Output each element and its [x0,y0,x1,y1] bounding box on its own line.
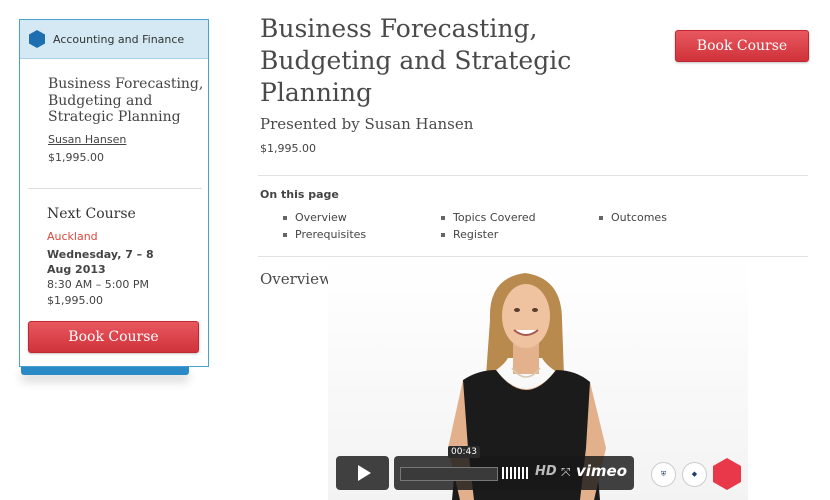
bullet-icon [283,232,287,237]
video-progress-track[interactable] [400,467,498,481]
toc-link-outcomes[interactable]: Outcomes [599,211,667,224]
university-crest-icon: ⛨ [651,461,676,487]
toc-link-label[interactable]: Register [453,228,498,241]
bullet-icon [441,215,445,220]
next-course-city: Auckland [47,230,98,243]
next-course-price: $1,995.00 [47,294,103,307]
fullscreen-icon[interactable]: ⤧ [561,465,571,480]
category-bar[interactable]: Accounting and Finance [20,20,208,59]
volume-bar [510,467,512,479]
video-player[interactable]: 00:43 HD ⤧ vimeo ⛨ ◆ [328,258,748,500]
section-divider-top [258,175,808,176]
sidebar-divider [28,188,202,189]
presented-by: Presented by Susan Hansen [260,115,474,133]
sidebar-card-base [21,367,189,375]
volume-control[interactable] [502,467,528,479]
toc-link-label[interactable]: Prerequisites [295,228,366,241]
category-label[interactable]: Accounting and Finance [53,33,184,46]
video-time: 00:43 [448,446,480,458]
on-this-page-heading: On this page [260,188,339,201]
volume-bar [522,467,524,479]
executive-education-hexagon-icon [713,458,741,490]
sidebar-presenter-link[interactable]: Susan Hansen [48,133,126,146]
toc-link-prerequisites[interactable]: Prerequisites [283,228,366,241]
sidebar-price: $1,995.00 [48,151,104,164]
bullet-icon [283,215,287,220]
overview-heading: Overview [260,270,332,288]
toc-link-overview[interactable]: Overview [283,211,347,224]
graduate-school-badge-icon: ◆ [682,461,707,487]
section-divider-bottom [258,256,808,257]
category-hexagon-icon [29,30,45,48]
play-button[interactable] [336,456,389,490]
hd-toggle[interactable]: HD [535,464,557,479]
toc-link-label[interactable]: Overview [295,211,347,224]
page-title: Business Forecasting, Budgeting and Stra… [260,14,572,107]
bullet-icon [599,215,603,220]
toc-link-label[interactable]: Outcomes [611,211,667,224]
next-course-date: Wednesday, 7 – 8 Aug 2013 [47,248,154,276]
volume-bar [518,467,520,479]
vimeo-logo[interactable]: vimeo [576,462,627,480]
play-icon [357,465,371,481]
toc-link-register[interactable]: Register [441,228,498,241]
video-control-bar: 00:43 HD ⤧ vimeo [394,446,634,490]
course-sidebar-card: Accounting and Finance Business Forecast… [19,19,209,367]
sidebar-course-title: Business Forecasting, Budgeting and Stra… [48,76,204,125]
bullet-icon [441,232,445,237]
volume-bar [506,467,508,479]
volume-bar [514,467,516,479]
volume-bar [502,467,504,479]
sidebar-book-course-button[interactable]: Book Course [28,321,199,353]
partner-logos: ⛨ ◆ [651,458,741,490]
toc-link-topics-covered[interactable]: Topics Covered [441,211,536,224]
toc-link-label[interactable]: Topics Covered [453,211,536,224]
volume-bar [526,467,528,479]
book-course-button[interactable]: Book Course [675,30,809,62]
video-controls: 00:43 HD ⤧ vimeo [336,446,636,490]
next-course-time: 8:30 AM – 5:00 PM [47,278,150,291]
next-course-heading: Next Course [47,206,136,222]
course-price: $1,995.00 [260,142,316,155]
